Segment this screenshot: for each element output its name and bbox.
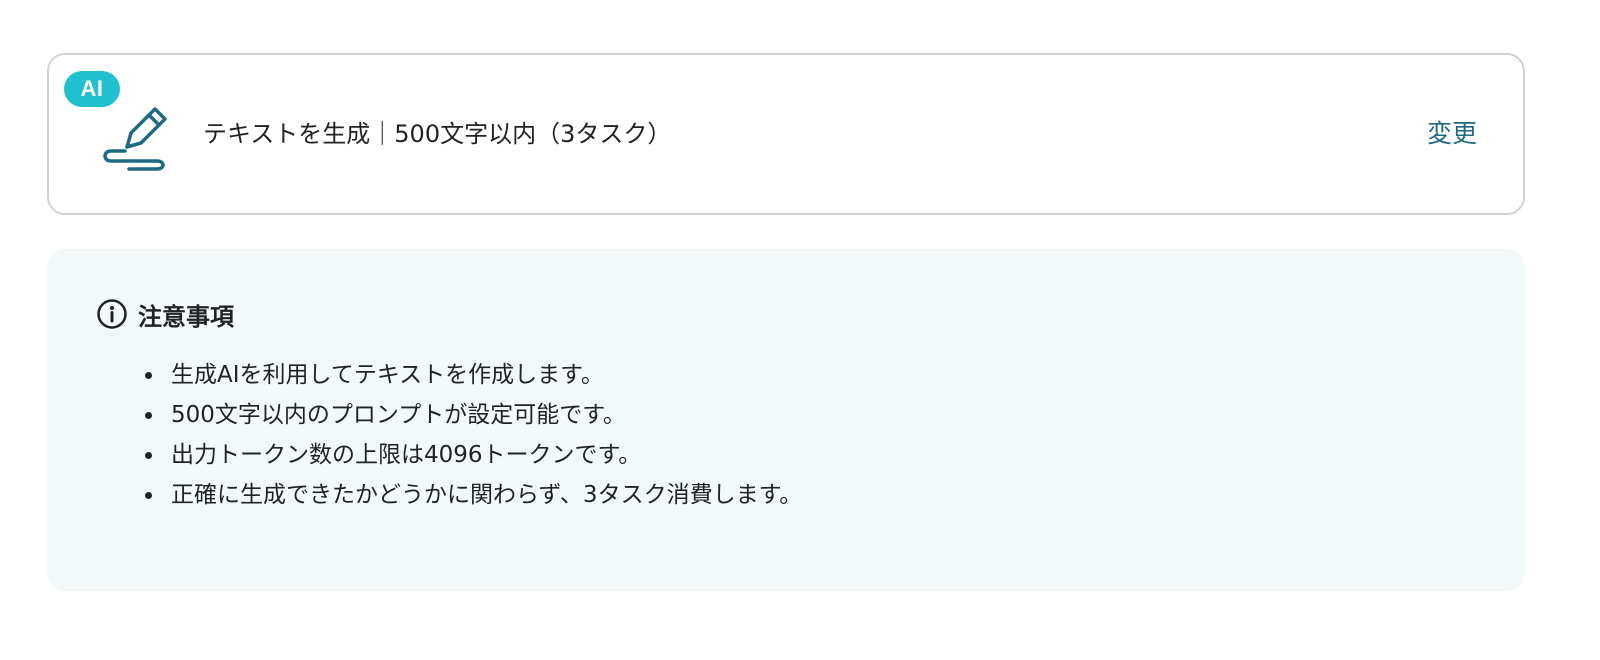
pen-icon bbox=[103, 107, 167, 171]
notice-list: 生成AIを利用してテキストを作成します。 500文字以内のプロンプトが設定可能で… bbox=[145, 355, 802, 515]
notice-header: 注意事項 bbox=[96, 297, 234, 331]
info-icon bbox=[97, 299, 127, 329]
notice-item: 正確に生成できたかどうかに関わらず、3タスク消費します。 bbox=[145, 475, 802, 515]
notice-panel: 注意事項 生成AIを利用してテキストを作成します。 500文字以内のプロンプトが… bbox=[47, 249, 1525, 591]
notice-item: 500文字以内のプロンプトが設定可能です。 bbox=[145, 395, 802, 435]
change-button[interactable]: 変更 bbox=[1427, 55, 1477, 213]
ai-badge: AI bbox=[64, 71, 120, 107]
action-title: テキストを生成｜500文字以内（3タスク） bbox=[203, 120, 672, 148]
notice-title: 注意事項 bbox=[138, 302, 234, 331]
notice-item: 生成AIを利用してテキストを作成します。 bbox=[145, 355, 802, 395]
notice-item: 出力トークン数の上限は4096トークンです。 bbox=[145, 435, 802, 475]
action-card: AI テキストを生成｜500文字以内（3タスク） 変更 bbox=[47, 53, 1525, 215]
